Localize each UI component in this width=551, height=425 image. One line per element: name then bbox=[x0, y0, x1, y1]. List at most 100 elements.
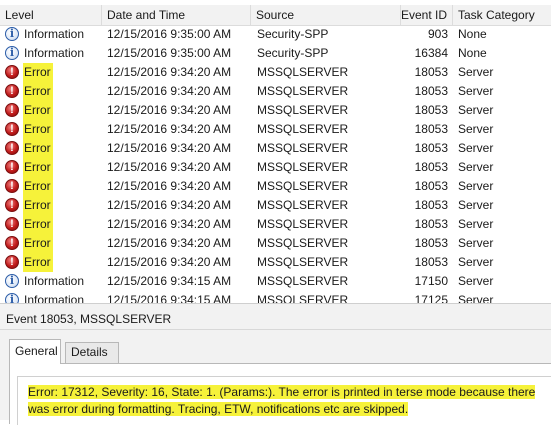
tab-details[interactable]: Details bbox=[65, 342, 119, 363]
cell-source: MSSQLSERVER bbox=[257, 141, 349, 155]
cell-event-id: 18053 bbox=[414, 160, 448, 174]
cell-source: Security-SPP bbox=[257, 46, 329, 60]
cell-date-time: 12/15/2016 9:34:20 AM bbox=[107, 84, 232, 98]
cell-date-time: 12/15/2016 9:35:00 AM bbox=[107, 27, 232, 41]
cell-event-id: 17150 bbox=[414, 274, 448, 288]
table-row[interactable]: Information 12/15/2016 9:35:00 AM Security… bbox=[0, 44, 551, 63]
cell-level: Error bbox=[4, 215, 100, 234]
cell-event-id: 18053 bbox=[414, 65, 448, 79]
table-row[interactable]: Error 12/15/2016 9:34:20 AM MSSQLSERVER 180… bbox=[0, 215, 551, 234]
table-row[interactable]: Error 12/15/2016 9:34:20 AM MSSQLSERVER 180… bbox=[0, 177, 551, 196]
cell-event-id: 16384 bbox=[414, 46, 448, 60]
error-icon bbox=[5, 84, 19, 98]
info-icon bbox=[5, 46, 19, 60]
cell-level: Error bbox=[4, 101, 100, 120]
cell-source: MSSQLSERVER bbox=[257, 122, 349, 136]
tab-general[interactable]: General bbox=[9, 339, 61, 364]
error-icon bbox=[5, 255, 19, 269]
column-header-task-category[interactable]: Task Category bbox=[453, 5, 551, 25]
event-message-text: Error: 17312, Severity: 16, State: 1. (P… bbox=[28, 385, 536, 416]
table-row[interactable]: Error 12/15/2016 9:34:20 AM MSSQLSERVER 180… bbox=[0, 63, 551, 82]
cell-task-category: Server bbox=[458, 274, 494, 288]
cell-task-category: Server bbox=[458, 65, 494, 79]
error-icon bbox=[5, 103, 19, 117]
cell-task-category: Server bbox=[458, 179, 494, 193]
cell-event-id: 18053 bbox=[414, 179, 448, 193]
general-tab-content: Error: 17312, Severity: 16, State: 1. (P… bbox=[9, 363, 551, 425]
cell-source: MSSQLSERVER bbox=[257, 65, 349, 79]
cell-task-category: Server bbox=[458, 198, 494, 212]
column-header-source[interactable]: Source bbox=[251, 5, 401, 25]
column-header-date-time[interactable]: Date and Time bbox=[102, 5, 251, 25]
cell-date-time: 12/15/2016 9:34:20 AM bbox=[107, 65, 232, 79]
level-label: Information bbox=[24, 46, 85, 60]
cell-task-category: Server bbox=[458, 84, 494, 98]
cell-date-time: 12/15/2016 9:34:20 AM bbox=[107, 103, 232, 117]
cell-level: Error bbox=[4, 63, 100, 82]
event-message-box[interactable]: Error: 17312, Severity: 16, State: 1. (P… bbox=[17, 376, 551, 425]
table-row[interactable]: Error 12/15/2016 9:34:20 AM MSSQLSERVER 180… bbox=[0, 234, 551, 253]
cell-event-id: 18053 bbox=[414, 236, 448, 250]
table-row[interactable]: Information 12/15/2016 9:34:15 AM MSSQLSER… bbox=[0, 291, 551, 303]
cell-date-time: 12/15/2016 9:34:20 AM bbox=[107, 160, 232, 174]
cell-date-time: 12/15/2016 9:34:20 AM bbox=[107, 141, 232, 155]
table-row[interactable]: Error 12/15/2016 9:34:20 AM MSSQLSERVER 180… bbox=[0, 101, 551, 120]
column-header-event-id[interactable]: Event ID bbox=[401, 5, 453, 25]
cell-source: MSSQLSERVER bbox=[257, 293, 349, 303]
error-icon bbox=[5, 122, 19, 136]
table-row[interactable]: Information 12/15/2016 9:35:00 AM Security… bbox=[0, 25, 551, 44]
cell-level: Error bbox=[4, 158, 100, 177]
level-label: Error bbox=[23, 234, 53, 253]
level-label: Error bbox=[23, 101, 53, 120]
table-row[interactable]: Error 12/15/2016 9:34:20 AM MSSQLSERVER 180… bbox=[0, 196, 551, 215]
level-label: Error bbox=[23, 158, 53, 177]
error-icon bbox=[5, 217, 19, 231]
table-row[interactable]: Error 12/15/2016 9:34:20 AM MSSQLSERVER 180… bbox=[0, 158, 551, 177]
level-label: Error bbox=[23, 196, 53, 215]
event-detail-title: Event 18053, MSSQLSERVER bbox=[6, 312, 172, 326]
level-label: Error bbox=[23, 215, 53, 234]
cell-source: MSSQLSERVER bbox=[257, 217, 349, 231]
error-icon bbox=[5, 198, 19, 212]
cell-level: Information bbox=[4, 291, 100, 303]
error-icon bbox=[5, 236, 19, 250]
cell-level: Error bbox=[4, 253, 100, 272]
cell-source: Security-SPP bbox=[257, 27, 329, 41]
table-row[interactable]: Error 12/15/2016 9:34:20 AM MSSQLSERVER 180… bbox=[0, 139, 551, 158]
table-row[interactable]: Error 12/15/2016 9:34:20 AM MSSQLSERVER 180… bbox=[0, 253, 551, 272]
cell-event-id: 903 bbox=[427, 27, 448, 41]
table-row[interactable]: Error 12/15/2016 9:34:20 AM MSSQLSERVER 180… bbox=[0, 120, 551, 139]
cell-level: Information bbox=[4, 44, 100, 63]
cell-source: MSSQLSERVER bbox=[257, 103, 349, 117]
cell-event-id: 18053 bbox=[414, 103, 448, 117]
info-icon bbox=[5, 293, 19, 303]
level-label: Error bbox=[23, 120, 53, 139]
cell-level: Error bbox=[4, 196, 100, 215]
event-message: Error: 17312, Severity: 16, State: 1. (P… bbox=[28, 384, 548, 418]
level-label: Error bbox=[23, 139, 53, 158]
event-detail-pane: Event 18053, MSSQLSERVER General Details… bbox=[0, 303, 551, 425]
cell-date-time: 12/15/2016 9:34:20 AM bbox=[107, 217, 232, 231]
level-label: Error bbox=[23, 82, 53, 101]
level-label: Error bbox=[23, 63, 53, 82]
cell-task-category: Server bbox=[458, 255, 494, 269]
cell-source: MSSQLSERVER bbox=[257, 179, 349, 193]
cell-date-time: 12/15/2016 9:34:20 AM bbox=[107, 198, 232, 212]
cell-event-id: 17125 bbox=[414, 293, 448, 303]
cell-level: Error bbox=[4, 234, 100, 253]
table-row[interactable]: Error 12/15/2016 9:34:20 AM MSSQLSERVER 180… bbox=[0, 82, 551, 101]
info-icon bbox=[5, 274, 19, 288]
cell-event-id: 18053 bbox=[414, 198, 448, 212]
table-row[interactable]: Information 12/15/2016 9:34:15 AM MSSQLSER… bbox=[0, 272, 551, 291]
cell-level: Error bbox=[4, 120, 100, 139]
level-label: Information bbox=[24, 293, 85, 303]
event-list: Level Date and Time Source Event ID Task… bbox=[0, 0, 551, 303]
cell-date-time: 12/15/2016 9:35:00 AM bbox=[107, 46, 232, 60]
cell-event-id: 18053 bbox=[414, 84, 448, 98]
error-icon bbox=[5, 141, 19, 155]
cell-source: MSSQLSERVER bbox=[257, 160, 349, 174]
column-header-level[interactable]: Level bbox=[0, 5, 102, 25]
cell-source: MSSQLSERVER bbox=[257, 198, 349, 212]
cell-date-time: 12/15/2016 9:34:15 AM bbox=[107, 293, 232, 303]
level-label: Error bbox=[23, 253, 53, 272]
